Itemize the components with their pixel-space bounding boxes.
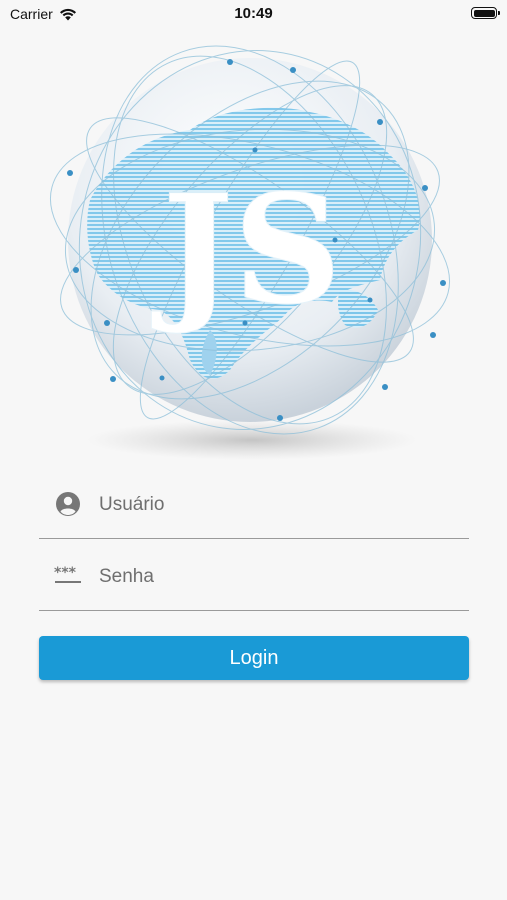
username-field[interactable] — [39, 478, 469, 539]
account-circle-icon — [56, 492, 80, 516]
battery-icon — [471, 7, 500, 19]
svg-text:***: *** — [54, 565, 77, 581]
status-bar: Carrier 10:49 — [0, 0, 507, 30]
logo-text: JS — [151, 162, 341, 338]
status-time: 10:49 — [234, 5, 273, 22]
globe-shadow — [87, 420, 417, 460]
login-button[interactable]: Login — [39, 636, 469, 680]
username-input[interactable] — [97, 486, 461, 524]
app-logo: JS — [49, 45, 451, 460]
password-field[interactable]: *** — [39, 550, 469, 611]
password-dots-icon: *** — [54, 565, 81, 583]
password-input[interactable] — [97, 558, 461, 596]
